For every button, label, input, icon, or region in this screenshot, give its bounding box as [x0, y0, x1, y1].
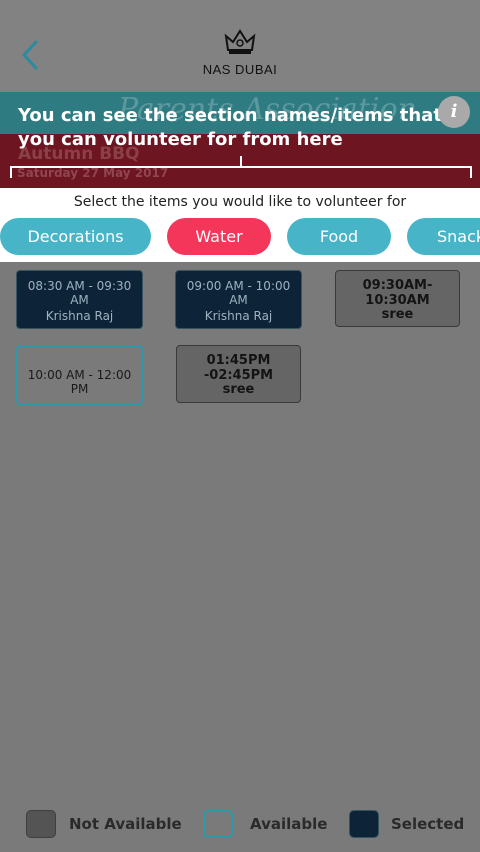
slot-volunteer: Krishna Raj	[204, 309, 273, 323]
tab-water[interactable]: Water	[167, 218, 271, 255]
legend-swatch-available	[203, 810, 233, 838]
legend-label-not-available: Not Available	[69, 815, 182, 833]
back-button[interactable]	[16, 38, 46, 72]
info-icon: i	[450, 101, 458, 122]
tab-decorations[interactable]: Decorations	[0, 218, 151, 255]
coach-mark-text: You can see the section names/items that…	[18, 105, 442, 150]
slot-card: 01:45PM -02:45PM sree	[176, 345, 301, 403]
slot-time: 10:00 AM - 12:00 PM	[27, 368, 132, 396]
tab-label: Water	[195, 227, 243, 246]
chevron-left-icon	[22, 40, 38, 70]
info-button[interactable]: i	[438, 96, 470, 128]
highlight-bracket-tick	[240, 156, 242, 166]
highlight-bracket	[10, 166, 472, 178]
slot-card[interactable]: 10:00 AM - 12:00 PM	[16, 345, 143, 405]
slot-volunteer: sree	[381, 307, 414, 322]
slot-card[interactable]: 09:00 AM - 10:00 AM Krishna Raj	[175, 270, 302, 329]
legend-swatch-selected	[349, 810, 379, 838]
slot-card[interactable]: 08:30 AM - 09:30 AM Krishna Raj	[16, 270, 143, 329]
legend-label-available: Available	[250, 815, 328, 833]
brand-logo: NAS DUBAI	[190, 28, 290, 77]
legend-label-selected: Selected	[391, 815, 465, 833]
slot-time: 01:45PM -02:45PM	[203, 353, 274, 383]
slot-time: 09:30AM-10:30AM	[362, 278, 433, 308]
tab-label: Food	[319, 227, 359, 246]
brand-name: NAS DUBAI	[202, 62, 278, 77]
slot-volunteer: Krishna Raj	[45, 309, 114, 323]
crown-logo-icon	[224, 29, 256, 54]
tab-label: Decorations	[27, 227, 124, 246]
slot-volunteer: sree	[222, 382, 255, 397]
tab-snacks[interactable]: Snacks	[407, 218, 480, 255]
tab-food[interactable]: Food	[287, 218, 391, 255]
chooser-title: Select the items you would like to volun…	[73, 194, 407, 210]
tab-label: Snacks	[437, 227, 480, 246]
slot-time: 08:30 AM - 09:30 AM	[27, 279, 132, 307]
legend-swatch-not-available	[26, 810, 56, 838]
slot-card: 09:30AM-10:30AM sree	[335, 270, 460, 327]
slot-time: 09:00 AM - 10:00 AM	[186, 279, 291, 307]
